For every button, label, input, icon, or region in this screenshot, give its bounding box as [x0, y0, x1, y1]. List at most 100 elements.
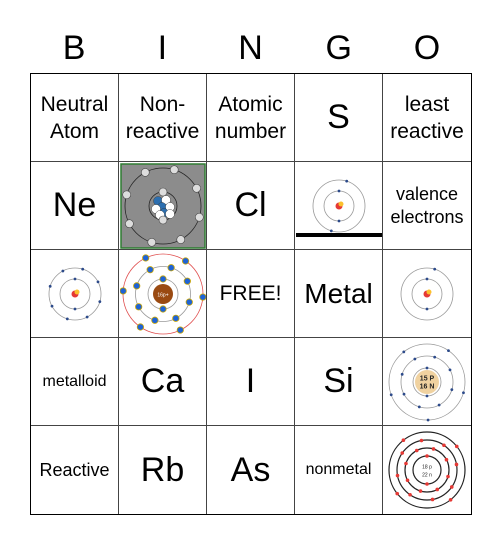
cell-text: Ca: [140, 362, 185, 400]
bingo-header: B I N G O: [30, 26, 471, 70]
electron: [395, 491, 400, 496]
electron: [414, 448, 419, 453]
electron: [425, 454, 429, 458]
electron: [97, 299, 101, 303]
electron: [48, 284, 52, 288]
atom-diagram-small-icon: [400, 267, 454, 320]
cell-text: Reactive: [39, 459, 110, 480]
bingo-cell[interactable]: [31, 250, 119, 338]
bingo-cell[interactable]: 18 p 22 n: [383, 426, 471, 514]
electron: [418, 489, 423, 493]
header-letter-g: G: [325, 29, 352, 67]
electron: [389, 392, 393, 396]
bingo-cell[interactable]: As: [207, 426, 295, 514]
bingo-cell[interactable]: Cl: [207, 162, 295, 250]
electron: [96, 279, 99, 283]
electron: [425, 366, 429, 369]
bingo-cell[interactable]: [295, 162, 383, 250]
electron: [402, 392, 406, 396]
atom-diagram-argon-icon: 18 p 22 n: [388, 431, 466, 509]
electron: [448, 367, 452, 371]
cell-text: I: [245, 362, 256, 400]
electron: [404, 461, 408, 466]
electron: [194, 212, 204, 222]
bingo-cell[interactable]: 16p+: [119, 250, 207, 338]
bingo-cell[interactable]: 15 P 16 N: [383, 338, 471, 426]
electron: [433, 267, 437, 271]
header-letter-o: O: [413, 29, 441, 67]
atom-model-sulfur-3d-icon: 16p+: [119, 253, 206, 334]
electron: [183, 277, 191, 285]
bingo-cell[interactable]: I: [207, 338, 295, 426]
electron: [400, 372, 404, 376]
electron: [426, 418, 430, 421]
electron: [454, 444, 459, 449]
bingo-cell[interactable]: [383, 250, 471, 338]
electron: [413, 357, 417, 360]
bingo-cell[interactable]: FREE!: [207, 250, 295, 338]
electron: [437, 403, 441, 406]
electron: [431, 447, 436, 451]
electron: [198, 292, 206, 301]
cell-text: Atomic number: [214, 92, 287, 143]
electron: [171, 314, 179, 322]
bingo-cell[interactable]: metalloid: [31, 338, 119, 426]
cell-text: As: [230, 450, 271, 489]
electron: [65, 316, 69, 320]
electron: [454, 462, 459, 467]
electron: [132, 281, 140, 289]
svg-text:16 N: 16 N: [420, 383, 435, 390]
electron: [419, 438, 424, 443]
bingo-cell[interactable]: Ca: [119, 338, 207, 426]
electron: [121, 189, 131, 199]
electron: [430, 497, 435, 502]
bingo-cell[interactable]: Ne: [31, 162, 119, 250]
electron: [158, 274, 167, 283]
svg-text:16p+: 16p+: [157, 292, 168, 298]
electron: [140, 167, 150, 177]
cell-text: Neutral Atom: [40, 92, 109, 143]
bingo-cell[interactable]: Atomic number: [207, 74, 295, 162]
electron: [134, 302, 142, 310]
electron: [119, 286, 127, 295]
bingo-cell[interactable]: nonmetal: [295, 426, 383, 514]
electron: [146, 237, 156, 247]
bingo-cell[interactable]: S: [295, 74, 383, 162]
bingo-cell[interactable]: Neutral Atom: [31, 74, 119, 162]
electron: [85, 315, 89, 318]
electron: [80, 267, 84, 271]
electron: [449, 485, 454, 489]
electron: [158, 304, 167, 313]
electron: [50, 304, 53, 308]
bingo-cell[interactable]: Non-reactive: [119, 74, 207, 162]
cell-text: metalloid: [42, 372, 107, 390]
electron: [442, 443, 446, 448]
header-letter-i: I: [157, 29, 168, 67]
electron: [167, 263, 175, 271]
header-letter-b: B: [62, 29, 86, 67]
electron: [337, 189, 340, 192]
cell-text: valence electrons: [390, 183, 464, 227]
bingo-cell[interactable]: Reactive: [31, 426, 119, 514]
bingo-cell[interactable]: Metal: [295, 250, 383, 338]
electron: [158, 215, 167, 224]
electron: [344, 179, 348, 183]
bingo-cell[interactable]: Si: [295, 338, 383, 426]
electron: [175, 234, 185, 244]
electron: [73, 307, 76, 310]
atom-model-gray-3d-icon: [119, 162, 206, 249]
bingo-cell[interactable]: Rb: [119, 426, 207, 514]
cell-text: Cl: [234, 186, 267, 224]
electron: [400, 451, 405, 455]
electron: [181, 256, 189, 265]
electron: [450, 387, 454, 391]
electron: [444, 457, 449, 462]
bingo-cell[interactable]: valence electrons: [383, 162, 471, 250]
bingo-cell[interactable]: least reactive: [383, 74, 471, 162]
bingo-cell[interactable]: [119, 162, 207, 250]
electron: [141, 253, 149, 262]
electron: [185, 298, 193, 306]
cell-text: Non-reactive: [125, 92, 200, 143]
bingo-grid: Neutral Atom Non-reactive Atomic number Sle…: [30, 73, 472, 515]
cell-text: Metal: [304, 277, 373, 309]
